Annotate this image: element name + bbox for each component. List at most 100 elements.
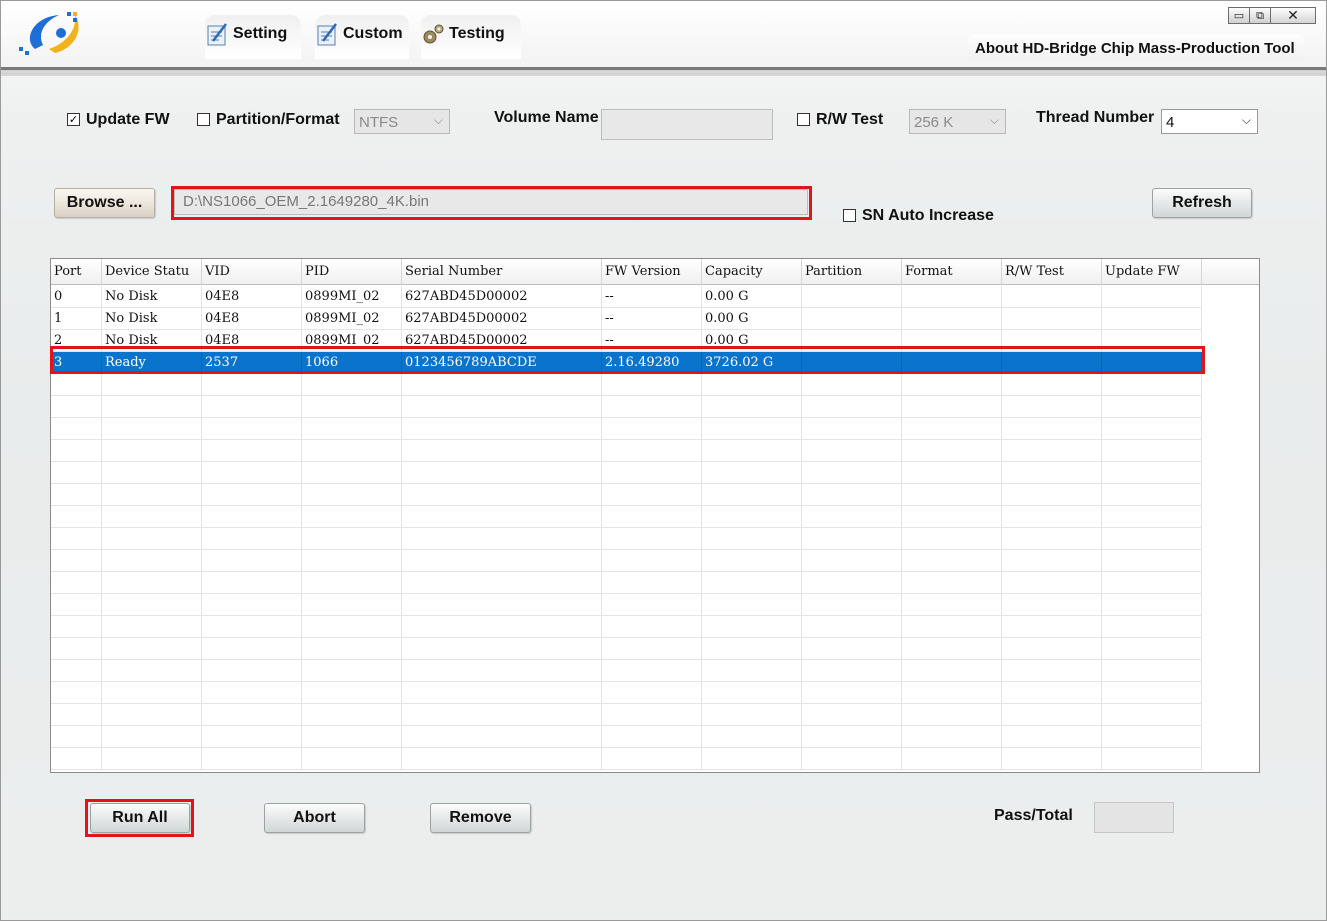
rw-test-select[interactable]: 256 K ⌵ bbox=[909, 109, 1006, 134]
table-row[interactable] bbox=[51, 550, 1202, 572]
about-tab[interactable]: About HD-Bridge Chip Mass-Production Too… bbox=[968, 34, 1304, 61]
column-header-port[interactable]: Port bbox=[51, 259, 102, 285]
run-all-button[interactable]: Run All bbox=[90, 803, 190, 833]
table-cell bbox=[802, 660, 902, 682]
thread-number-select[interactable]: 4 ⌵ bbox=[1161, 109, 1258, 134]
partition-format-select[interactable]: NTFS ⌵ bbox=[354, 109, 450, 134]
table-row[interactable] bbox=[51, 506, 1202, 528]
table-cell bbox=[102, 594, 202, 616]
table-cell bbox=[1002, 418, 1102, 440]
table-cell bbox=[902, 484, 1002, 506]
table-cell bbox=[602, 506, 702, 528]
table-row[interactable] bbox=[51, 440, 1202, 462]
table-cell bbox=[402, 528, 602, 550]
restore-button[interactable]: ⧉ bbox=[1249, 7, 1271, 24]
device-table[interactable]: Port Device Statu VID PID Serial Number … bbox=[50, 258, 1260, 773]
table-cell bbox=[1102, 572, 1202, 594]
table-cell bbox=[51, 638, 102, 660]
setting-notepad-icon bbox=[207, 23, 227, 46]
table-cell bbox=[202, 638, 302, 660]
table-cell: -- bbox=[602, 330, 702, 352]
firmware-path-input[interactable]: D:\NS1066_OEM_2.1649280_4K.bin bbox=[174, 189, 808, 215]
table-cell: 627ABD45D00002 bbox=[402, 330, 602, 352]
table-row[interactable] bbox=[51, 748, 1202, 770]
table-row[interactable]: 0 No Disk 04E8 0899MI_02 627ABD45D00002 -- 0.0… bbox=[51, 286, 1202, 308]
table-cell: 0.00 G bbox=[702, 286, 802, 308]
browse-button[interactable]: Browse ... bbox=[54, 188, 155, 218]
close-button[interactable]: ✕ bbox=[1270, 7, 1316, 24]
volume-name-input[interactable] bbox=[601, 109, 773, 140]
column-header-format[interactable]: Format bbox=[902, 259, 1002, 285]
table-row[interactable] bbox=[51, 638, 1202, 660]
table-cell bbox=[902, 682, 1002, 704]
table-cell bbox=[702, 616, 802, 638]
table-row[interactable] bbox=[51, 726, 1202, 748]
table-row[interactable]: 2 No Disk 04E8 0899MI_02 627ABD45D00002 -- 0.0… bbox=[51, 330, 1202, 352]
table-cell bbox=[51, 594, 102, 616]
column-header-vid[interactable]: VID bbox=[202, 259, 302, 285]
column-header-serial-number[interactable]: Serial Number bbox=[402, 259, 602, 285]
table-cell bbox=[702, 726, 802, 748]
table-cell bbox=[802, 462, 902, 484]
column-header-rw-test[interactable]: R/W Test bbox=[1002, 259, 1102, 285]
table-cell: 0.00 G bbox=[702, 308, 802, 330]
column-header-capacity[interactable]: Capacity bbox=[702, 259, 802, 285]
table-cell bbox=[202, 506, 302, 528]
table-cell bbox=[302, 506, 402, 528]
update-fw-label: Update FW bbox=[86, 111, 170, 128]
table-row[interactable] bbox=[51, 484, 1202, 506]
column-header-partition[interactable]: Partition bbox=[802, 259, 902, 285]
window-controls: ▭ ⧉ ✕ bbox=[1228, 7, 1316, 25]
table-cell: 3726.02 G bbox=[702, 352, 802, 374]
table-row[interactable] bbox=[51, 418, 1202, 440]
rw-test-checkbox[interactable] bbox=[797, 113, 810, 126]
partition-format-checkbox[interactable] bbox=[197, 113, 210, 126]
column-header-pid[interactable]: PID bbox=[302, 259, 402, 285]
table-cell bbox=[1002, 286, 1102, 308]
table-row[interactable] bbox=[51, 462, 1202, 484]
tab-testing[interactable]: Testing bbox=[421, 15, 521, 59]
table-cell bbox=[1102, 308, 1202, 330]
table-cell bbox=[1102, 396, 1202, 418]
table-cell bbox=[51, 396, 102, 418]
table-row[interactable] bbox=[51, 682, 1202, 704]
table-row[interactable] bbox=[51, 704, 1202, 726]
sn-auto-increase-checkbox[interactable] bbox=[843, 209, 856, 222]
column-header-device-status[interactable]: Device Statu bbox=[102, 259, 202, 285]
table-row[interactable] bbox=[51, 594, 1202, 616]
column-header-fw-version[interactable]: FW Version bbox=[602, 259, 702, 285]
table-row[interactable] bbox=[51, 374, 1202, 396]
table-cell bbox=[202, 572, 302, 594]
table-cell bbox=[51, 374, 102, 396]
table-cell: 04E8 bbox=[202, 286, 302, 308]
rw-test-label: R/W Test bbox=[816, 111, 884, 128]
table-row[interactable]: 1 No Disk 04E8 0899MI_02 627ABD45D00002 -- 0.0… bbox=[51, 308, 1202, 330]
table-row[interactable]: 3 Ready 2537 1066 0123456789ABCDE 2.16.49280 3… bbox=[51, 352, 1202, 374]
table-cell bbox=[102, 440, 202, 462]
column-header-update-fw[interactable]: Update FW bbox=[1102, 259, 1202, 285]
table-cell bbox=[102, 528, 202, 550]
table-row[interactable] bbox=[51, 528, 1202, 550]
table-cell bbox=[1102, 660, 1202, 682]
remove-button[interactable]: Remove bbox=[430, 803, 531, 833]
table-cell bbox=[1002, 330, 1102, 352]
abort-button[interactable]: Abort bbox=[264, 803, 365, 833]
table-cell: 627ABD45D00002 bbox=[402, 308, 602, 330]
table-row[interactable] bbox=[51, 396, 1202, 418]
minimize-button[interactable]: ▭ bbox=[1228, 7, 1250, 24]
thread-number-label: Thread Number bbox=[1036, 109, 1155, 126]
table-cell bbox=[802, 726, 902, 748]
table-cell bbox=[802, 374, 902, 396]
table-cell bbox=[1002, 506, 1102, 528]
table-cell bbox=[1002, 572, 1102, 594]
table-cell bbox=[1102, 550, 1202, 572]
refresh-button[interactable]: Refresh bbox=[1152, 188, 1252, 218]
table-row[interactable] bbox=[51, 616, 1202, 638]
update-fw-checkbox[interactable]: ✓ bbox=[67, 113, 80, 126]
tab-setting[interactable]: Setting bbox=[205, 15, 301, 59]
table-row[interactable] bbox=[51, 660, 1202, 682]
table-cell bbox=[802, 484, 902, 506]
tab-custom[interactable]: Custom bbox=[315, 15, 409, 59]
app-logo bbox=[19, 12, 79, 55]
table-row[interactable] bbox=[51, 572, 1202, 594]
